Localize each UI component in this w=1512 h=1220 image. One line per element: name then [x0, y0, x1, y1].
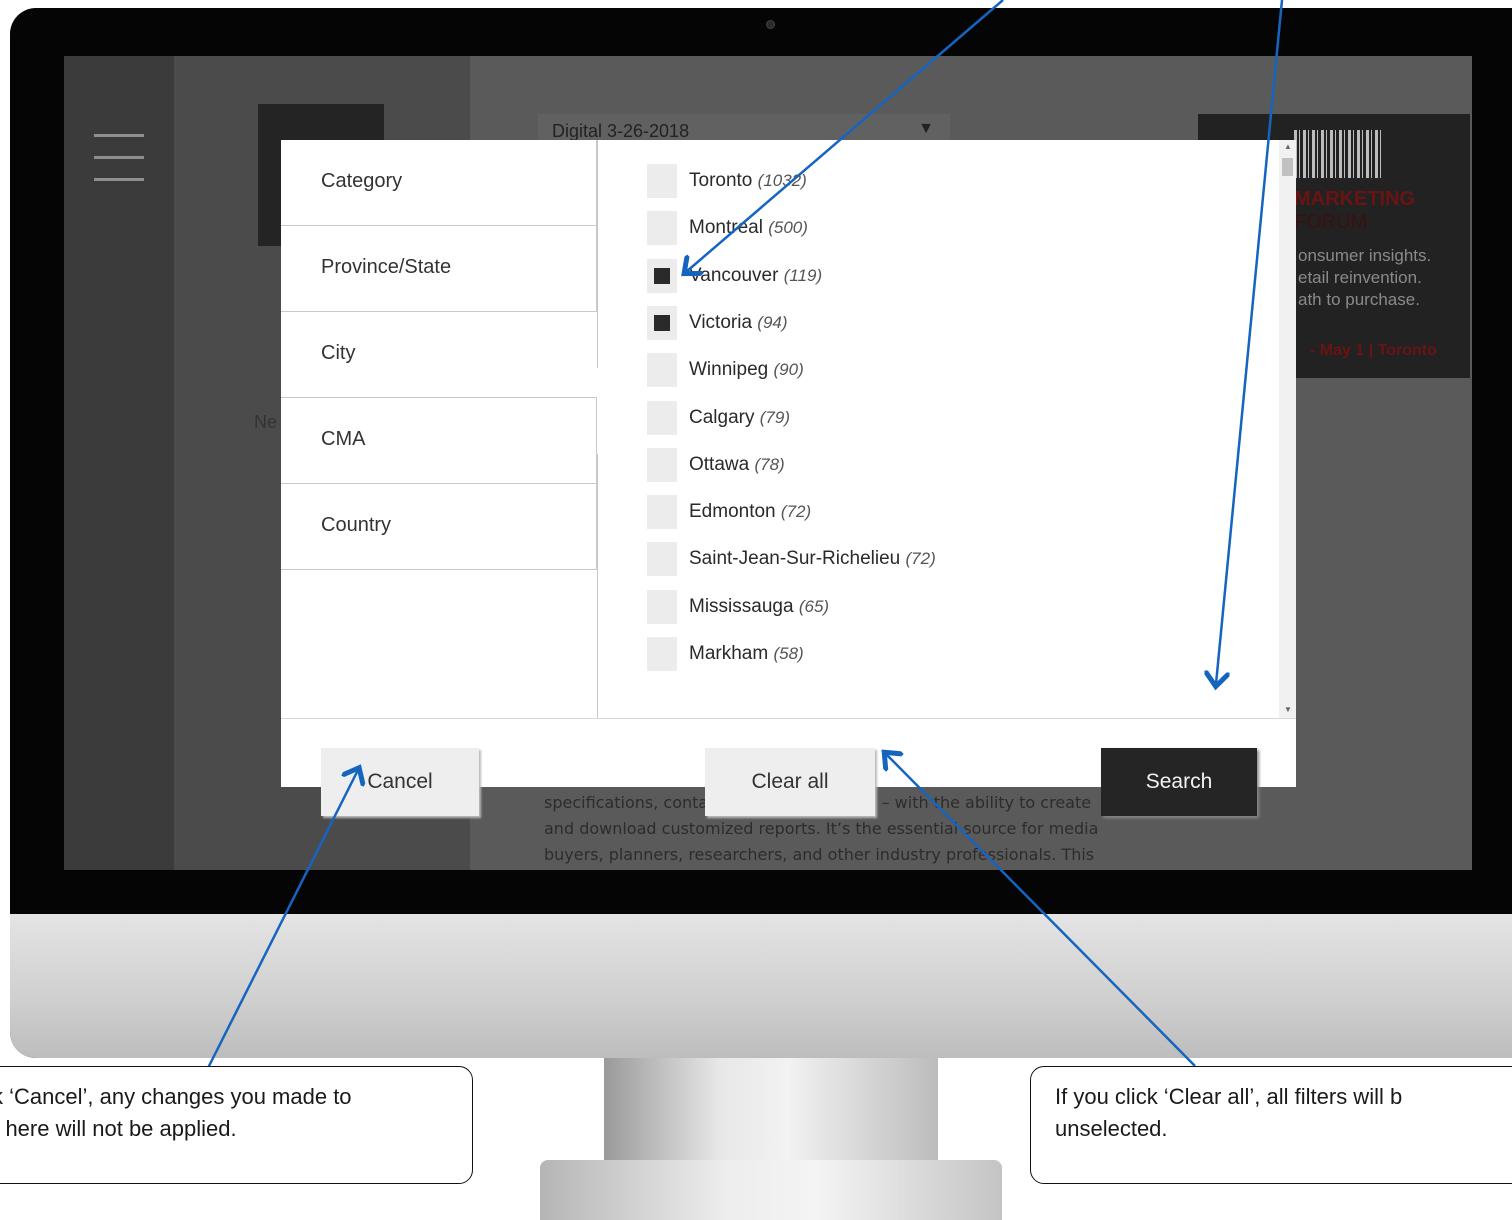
tab-country[interactable]: Country [281, 484, 597, 570]
partial-text: Ne [254, 412, 278, 432]
city-checkbox[interactable] [647, 495, 677, 530]
city-checkbox[interactable] [647, 542, 677, 577]
callout-cancel: ck ‘Cancel’, any changes you made to rs … [0, 1066, 473, 1184]
callout-text: unselected. [1055, 1116, 1168, 1141]
city-count: (58) [773, 644, 804, 663]
city-checkbox[interactable] [647, 637, 677, 671]
tab-label: Province/State [321, 256, 452, 278]
city-label: Edmonton [689, 501, 776, 523]
hamburger-menu-icon[interactable] [94, 134, 144, 184]
city-label: Montreal [689, 217, 763, 239]
screen: Ne Digital 3-26-2018 ▼ MARKETING FORUM o… [64, 56, 1472, 870]
city-count: (78) [754, 454, 785, 474]
footer-divider [281, 718, 1296, 719]
city-checkbox[interactable] [647, 258, 677, 293]
barcode-icon [1294, 130, 1384, 178]
monitor-chin [10, 914, 1512, 1058]
city-text: Edmonton (72) [689, 501, 811, 523]
camera-dot [766, 20, 775, 29]
monitor-stand [604, 1058, 938, 1168]
tab-city[interactable]: City [281, 312, 597, 398]
tab-label: City [321, 342, 356, 364]
city-label: Ottawa [689, 453, 750, 475]
city-count: (72) [780, 502, 812, 522]
city-label: Winnipeg [689, 359, 769, 381]
city-text: Saint-Jean-Sur-Richelieu (72) [689, 548, 936, 570]
search-button[interactable]: Search [1101, 748, 1257, 816]
tab-label: Country [321, 514, 392, 536]
tab-cma[interactable]: CMA [281, 398, 597, 484]
clear-all-button[interactable]: Clear all [705, 748, 875, 816]
city-text: Calgary (79) [689, 407, 790, 429]
city-checkbox[interactable] [647, 164, 677, 198]
ad-line: onsumer insights. [1298, 246, 1432, 265]
city-count: (94) [757, 312, 788, 332]
city-text: Montreal (500) [689, 217, 808, 239]
city-text: Mississauga (65) [689, 596, 829, 618]
city-list: Toronto (1032) Montreal (500) Vancouver (1… [599, 140, 1279, 718]
ad-title: MARKETING FORUM [1294, 188, 1416, 233]
ad-line: etail reinvention. [1298, 268, 1422, 287]
tab-category[interactable]: Category [281, 140, 597, 226]
ad-date: - May 1 | Toronto [1310, 342, 1437, 359]
city-label: Vancouver [689, 264, 779, 286]
tab-label: Category [321, 170, 403, 192]
city-checkbox[interactable] [647, 589, 677, 624]
callout-text: rs here will not be applied. [0, 1116, 237, 1141]
callout-text: If you click ‘Clear all’, all filters wi… [1055, 1084, 1403, 1109]
city-checkbox[interactable] [647, 447, 677, 482]
city-checkbox[interactable] [647, 305, 677, 340]
tab-province-state[interactable]: Province/State [281, 226, 597, 312]
city-label: Markham [689, 643, 769, 664]
city-text: Victoria (94) [689, 312, 788, 334]
city-text: Vancouver (119) [689, 265, 822, 287]
monitor-stand-base [540, 1160, 1002, 1220]
city-count: (1032) [757, 171, 807, 190]
city-checkbox[interactable] [647, 211, 677, 246]
city-count: (90) [773, 360, 804, 380]
tabs-divider [597, 140, 598, 368]
city-text: Toronto (1032) [689, 170, 807, 192]
filter-tabs: Category Province/State City CMA Country [281, 140, 598, 718]
scrollbar-thumb[interactable] [1282, 158, 1293, 176]
city-text: Markham (58) [689, 643, 804, 665]
ad-line: ath to purchase. [1298, 290, 1420, 309]
city-label: Calgary [689, 406, 755, 428]
city-count: (500) [768, 218, 808, 238]
callout-clear-all: If you click ‘Clear all’, all filters wi… [1030, 1066, 1512, 1184]
city-checkbox[interactable] [647, 400, 677, 435]
tabs-divider [597, 454, 598, 718]
city-count: (65) [798, 596, 830, 616]
scroll-up-icon[interactable]: ▲ [1284, 142, 1292, 151]
city-count: (79) [759, 407, 790, 427]
scrollbar[interactable]: ▲ ▼ [1279, 140, 1296, 718]
city-label: Saint-Jean-Sur-Richelieu [689, 548, 901, 570]
city-count: (72) [905, 549, 936, 569]
callout-text: ck ‘Cancel’, any changes you made to [0, 1084, 352, 1109]
city-label: Mississauga [689, 595, 794, 617]
filter-modal: Category Province/State City CMA Country… [281, 140, 1296, 816]
city-text: Winnipeg (90) [689, 359, 804, 381]
side-rail [64, 56, 174, 870]
city-checkbox[interactable] [647, 353, 677, 388]
city-count: (119) [783, 265, 823, 285]
city-label: Victoria [689, 311, 753, 333]
cancel-button[interactable]: Cancel [321, 748, 479, 816]
city-label: Toronto [689, 170, 753, 191]
tab-label: CMA [321, 428, 366, 450]
scroll-down-icon[interactable]: ▼ [1284, 705, 1292, 714]
city-text: Ottawa (78) [689, 454, 785, 476]
